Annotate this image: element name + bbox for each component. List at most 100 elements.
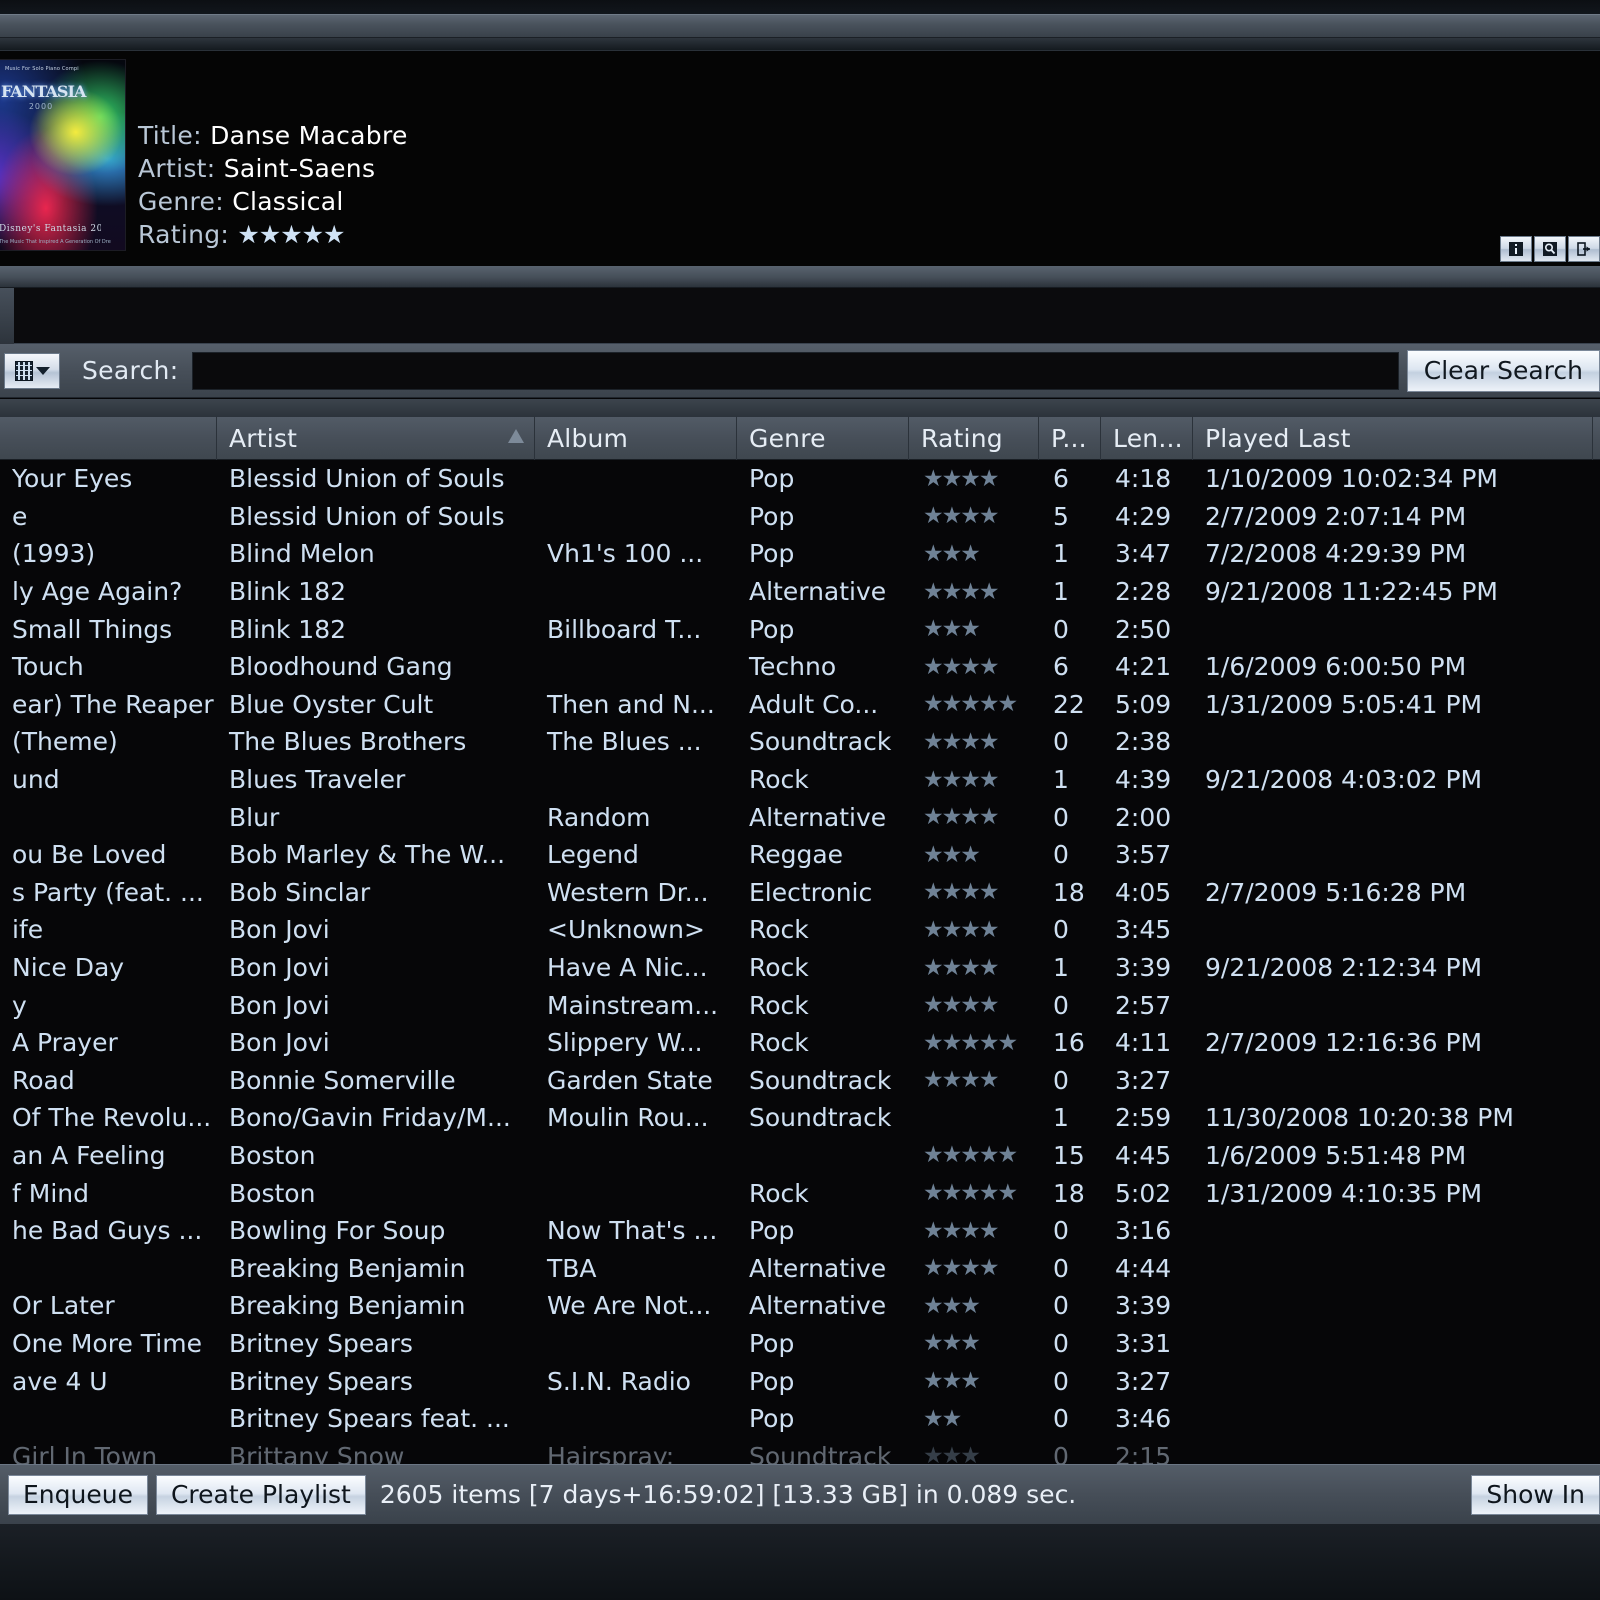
table-row[interactable]: s Party (feat. ... Bob Sinclar Western Dr.…	[0, 874, 1600, 912]
cell-genre: Electronic	[749, 877, 873, 907]
table-row[interactable]: Or Later Breaking Benjamin We Are Not... Al…	[0, 1287, 1600, 1325]
column-header-album[interactable]: Album	[535, 416, 737, 460]
cell-genre: Techno	[749, 652, 837, 682]
cell-genre: Alternative	[749, 1253, 887, 1283]
cell-played	[1193, 836, 1593, 874]
cell-genre: Alternative	[749, 802, 887, 832]
cell-title	[0, 798, 217, 836]
cell-played: 2/7/2009 5:16:28 PM	[1205, 877, 1467, 907]
cell-artist: Bob Marley & The W...	[229, 840, 506, 870]
table-row[interactable]: Of The Revolu... Bono/Gavin Friday/M... Mo…	[0, 1099, 1600, 1137]
cell-genre: Rock	[749, 990, 809, 1020]
table-row[interactable]: ife Bon Jovi <Unknown> Rock ★★★★ 0 3:45	[0, 911, 1600, 949]
cell-played	[1193, 723, 1593, 761]
cell-played	[1193, 610, 1593, 648]
table-row[interactable]: Road Bonnie Somerville Garden State Soundtr…	[0, 1062, 1600, 1100]
cell-album	[535, 573, 737, 611]
cell-length: 2:00	[1115, 802, 1172, 832]
info-button[interactable]	[1500, 236, 1532, 262]
media-player-window: Music For Solo Piano Compilation FANTASI…	[0, 0, 1600, 1600]
album-art-subtitle: 2000	[28, 102, 54, 111]
table-row[interactable]: Girl In Town Brittany Snow Hairspray: Sound…	[0, 1437, 1600, 1464]
library-table[interactable]: Artist Album Genre Rating P... Len... Played L…	[0, 398, 1600, 1464]
column-header-label-played: Played Last	[1205, 423, 1351, 453]
grid-view-icon	[14, 360, 33, 381]
cell-title: Touch	[12, 652, 84, 682]
cell-length: 2:15	[1115, 1441, 1172, 1464]
table-row[interactable]: ou Be Loved Bob Marley & The W... Legend Re…	[0, 836, 1600, 874]
cell-rating: ★★★★★	[923, 1142, 1018, 1169]
cell-plays: 18	[1053, 1178, 1085, 1208]
cell-played	[1193, 1249, 1593, 1287]
clear-search-button[interactable]: Clear Search	[1406, 349, 1600, 392]
table-row[interactable]: f Mind Boston Rock ★★★★★ 18 5:02 1/31/2009 4:1…	[0, 1174, 1600, 1212]
cell-genre: Rock	[749, 1178, 809, 1208]
table-row[interactable]: y Bon Jovi Mainstream... Rock ★★★★ 0 2:57	[0, 986, 1600, 1024]
search-input[interactable]	[192, 351, 1399, 390]
table-row[interactable]: ear) The Reaper Blue Oyster Cult Then and …	[0, 686, 1600, 724]
search-label: Search:	[82, 356, 179, 385]
view-mode-button[interactable]	[4, 352, 60, 389]
table-row[interactable]: Blur Random Alternative ★★★★ 0 2:00	[0, 798, 1600, 836]
column-header-artist[interactable]: Artist	[217, 416, 535, 460]
column-header-length[interactable]: Len...	[1101, 416, 1193, 460]
export-button[interactable]	[1568, 236, 1600, 262]
cell-album: S.I.N. Radio	[547, 1366, 691, 1396]
column-header-title[interactable]	[0, 416, 217, 460]
table-row[interactable]: an A Feeling Boston ★★★★★ 15 4:45 1/6/2009 5:…	[0, 1137, 1600, 1175]
cell-genre: Soundtrack	[749, 1065, 892, 1095]
cell-album: Now That's ...	[547, 1216, 718, 1246]
cell-length: 3:46	[1115, 1404, 1172, 1434]
table-row[interactable]: Small Things Blink 182 Billboard T... Pop ★★…	[0, 610, 1600, 648]
table-row[interactable]: One More Time Britney Spears Pop ★★★ 0 3:31	[0, 1325, 1600, 1363]
table-row[interactable]: (1993) Blind Melon Vh1's 100 ... Pop ★★★ 1 3:4…	[0, 535, 1600, 573]
title-value: Danse Macabre	[210, 121, 408, 150]
cell-artist: Blink 182	[229, 614, 347, 644]
cell-genre: Pop	[749, 1404, 795, 1434]
column-header-plays[interactable]: P...	[1039, 416, 1101, 460]
cell-artist: Britney Spears	[229, 1328, 413, 1358]
table-row[interactable]: Breaking Benjamin TBA Alternative ★★★★ 0 4:44	[0, 1249, 1600, 1287]
show-in-button[interactable]: Show In	[1471, 1474, 1600, 1515]
cell-title: f Mind	[12, 1178, 89, 1208]
table-row[interactable]: Touch Bloodhound Gang Techno ★★★★ 6 4:21 1/6/2…	[0, 648, 1600, 686]
table-row[interactable]: ave 4 U Britney Spears S.I.N. Radio Pop ★★★ 0…	[0, 1362, 1600, 1400]
column-header-genre[interactable]: Genre	[737, 416, 909, 460]
table-row[interactable]: Your Eyes Blessid Union of Souls Pop ★★★★ 6 4…	[0, 460, 1600, 498]
column-header-label-rating: Rating	[921, 423, 1003, 453]
column-header-played[interactable]: Played Last	[1193, 416, 1593, 460]
rating-stars[interactable]: ★★★★★	[237, 220, 345, 249]
search-button[interactable]	[1534, 236, 1566, 262]
table-row[interactable]: und Blues Traveler Rock ★★★★ 1 4:39 9/21/2008 …	[0, 761, 1600, 799]
now-playing-panel: Music For Solo Piano Compilation FANTASI…	[0, 50, 1600, 266]
cell-genre: Rock	[749, 1028, 809, 1058]
cell-rating: ★★★★	[923, 766, 999, 793]
create-playlist-button[interactable]: Create Playlist	[155, 1474, 366, 1515]
album-art[interactable]: Music For Solo Piano Compilation FANTASI…	[0, 59, 126, 251]
album-art-footer: Disney's Fantasia 2000	[0, 224, 101, 234]
cell-genre: Rock	[749, 915, 809, 945]
cell-length: 2:50	[1115, 614, 1172, 644]
table-row[interactable]: Nice Day Bon Jovi Have A Nic... Rock ★★★★ 1 3:…	[0, 949, 1600, 987]
cell-length: 4:45	[1115, 1140, 1172, 1170]
cell-rating: ★★	[923, 1405, 962, 1432]
panel-splitter-handle[interactable]	[0, 288, 14, 344]
table-row[interactable]: he Bad Guys ... Bowling For Soup Now That'…	[0, 1212, 1600, 1250]
table-row[interactable]: A Prayer Bon Jovi Slippery W... Rock ★★★★★ 16…	[0, 1024, 1600, 1062]
enqueue-button[interactable]: Enqueue	[8, 1474, 148, 1515]
table-row[interactable]: e Blessid Union of Souls Pop ★★★★ 5 4:29 2/7/2…	[0, 498, 1600, 536]
cell-played: 9/21/2008 4:03:02 PM	[1205, 765, 1483, 795]
column-header-rating[interactable]: Rating	[909, 416, 1039, 460]
table-row[interactable]: ly Age Again? Blink 182 Alternative ★★★★ 1 2:…	[0, 573, 1600, 611]
table-row[interactable]: Britney Spears feat. ... Pop ★★ 0 3:46	[0, 1400, 1600, 1438]
cell-played	[1193, 986, 1593, 1024]
cell-length: 4:18	[1115, 464, 1172, 494]
cell-rating: ★★★★	[923, 1067, 999, 1094]
table-row[interactable]: (Theme) The Blues Brothers The Blues ... So…	[0, 723, 1600, 761]
cell-title: Nice Day	[12, 953, 125, 983]
genre-label: Genre:	[138, 187, 224, 216]
cell-length: 3:27	[1115, 1366, 1172, 1396]
cell-length: 4:39	[1115, 765, 1172, 795]
rating-label: Rating:	[138, 220, 230, 249]
cell-length: 2:38	[1115, 727, 1172, 757]
